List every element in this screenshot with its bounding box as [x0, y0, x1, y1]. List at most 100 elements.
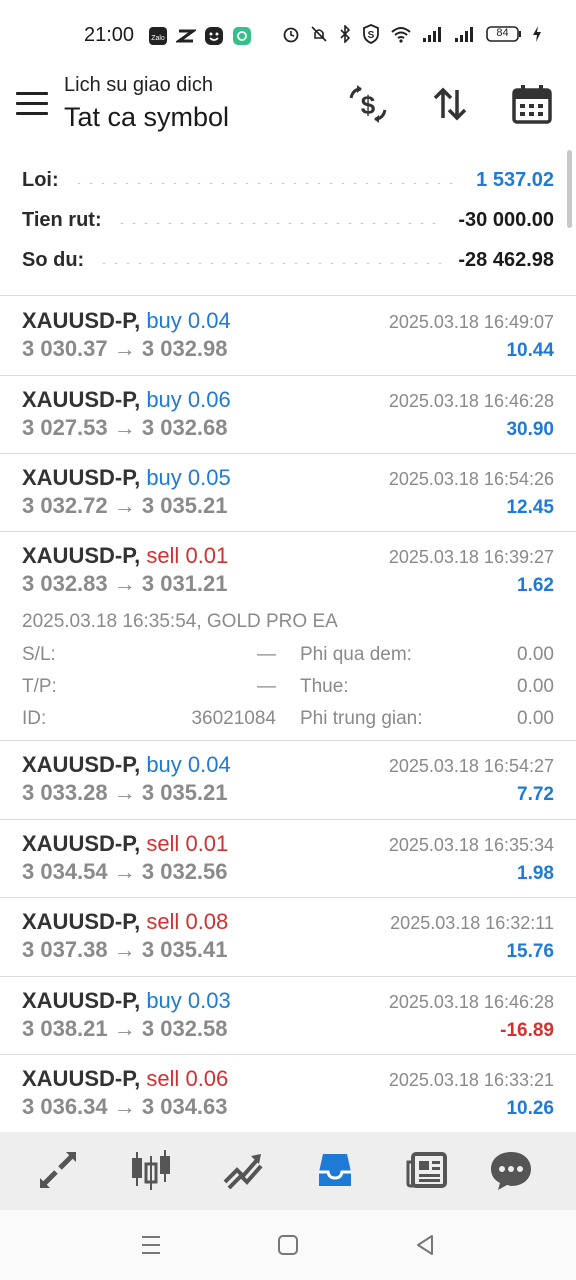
swap-label: Phi qua dem: [300, 644, 412, 665]
trade-prices: 3 032.72 → 3 035.21 [22, 493, 228, 518]
id-value: 36021084 [191, 708, 276, 729]
bottom-navigation [0, 1132, 576, 1210]
trade-row[interactable]: XAUUSD-P, buy 0.03 3 038.21 → 3 032.58 2… [0, 976, 576, 1054]
trade-profit: 12.45 [506, 497, 554, 518]
mute-icon [310, 25, 328, 43]
trade-volume: 0.01 [185, 831, 229, 856]
withdraw-row: Tien rut: -30 000.00 [22, 200, 554, 240]
deposit-withdraw-icon[interactable]: $ [346, 82, 390, 126]
trade-row[interactable]: XAUUSD-P, buy 0.04 3 030.37 → 3 032.98 2… [0, 296, 576, 375]
trade-symbol: XAUUSD-P, [22, 465, 141, 490]
trade-profit: 7.72 [517, 784, 554, 805]
trade-symbol-line: XAUUSD-P, buy 0.04 [22, 308, 231, 334]
commission-value: 0.00 [517, 708, 554, 729]
calendar-icon[interactable] [510, 82, 554, 126]
trade-profit: 10.26 [506, 1098, 554, 1119]
trade-profit: 15.76 [506, 941, 554, 962]
home-icon[interactable] [273, 1232, 303, 1258]
trade-row[interactable]: XAUUSD-P, buy 0.05 3 032.72 → 3 035.21 2… [0, 453, 576, 532]
open-price: 3 036.34 [22, 1094, 108, 1119]
sort-icon[interactable] [428, 82, 472, 126]
trade-volume: 0.05 [187, 465, 231, 490]
open-info: 2025.03.18 16:35:54, GOLD PRO EA [22, 611, 338, 632]
open-price: 3 034.54 [22, 859, 108, 884]
page-title[interactable]: Tat ca symbol [64, 102, 229, 133]
trade-profit: 1.62 [517, 575, 554, 596]
trade-side: sell [146, 543, 180, 568]
close-price: 3 032.68 [141, 415, 228, 440]
trade-time: 2025.03.18 16:54:27 [388, 756, 554, 776]
trade-side: sell [146, 1066, 180, 1091]
open-price: 3 033.28 [22, 780, 108, 805]
signal-icon [454, 25, 476, 43]
trade-icon[interactable] [219, 1146, 267, 1194]
trade-row[interactable]: XAUUSD-P, buy 0.06 3 027.53 → 3 032.68 2… [0, 375, 576, 454]
chart-icon[interactable] [127, 1146, 175, 1194]
close-price: 3 032.58 [141, 1016, 228, 1041]
trade-side: sell [146, 831, 180, 856]
trade-volume: 0.06 [185, 1066, 229, 1091]
dot-leader [72, 182, 463, 184]
trade-symbol-line: XAUUSD-P, buy 0.05 [22, 465, 231, 491]
dot-leader [115, 222, 445, 224]
tax-value: 0.00 [517, 676, 554, 697]
trade-side: buy [146, 752, 182, 777]
trade-prices: 3 036.34 → 3 034.63 [22, 1094, 228, 1119]
trade-row[interactable]: XAUUSD-P, sell 0.06 3 036.34 → 3 034.63 … [0, 1054, 576, 1132]
history-icon[interactable] [311, 1146, 359, 1194]
trade-prices: 3 034.54 → 3 032.56 [22, 859, 228, 884]
trade-row[interactable]: XAUUSD-P, buy 0.04 3 033.28 → 3 035.21 2… [0, 740, 576, 819]
trade-volume: 0.04 [187, 308, 231, 333]
recent-apps-icon[interactable] [136, 1232, 166, 1258]
page-subtitle: Lich su giao dich [64, 74, 213, 96]
trade-symbol: XAUUSD-P, [22, 752, 141, 777]
trade-row[interactable]: XAUUSD-P, sell 0.08 3 037.38 → 3 035.41 … [0, 897, 576, 976]
trade-row[interactable]: XAUUSD-P, sell 0.01 3 034.54 → 3 032.56 … [0, 819, 576, 897]
system-navigation-bar [0, 1210, 576, 1280]
quotes-icon[interactable] [34, 1146, 82, 1194]
trade-symbol-line: XAUUSD-P, buy 0.06 [22, 387, 231, 413]
capcut-icon [176, 26, 196, 46]
swap-value: 0.00 [517, 644, 554, 665]
zalo-icon: Zalo [148, 26, 168, 46]
trade-time: 2025.03.18 16:35:34 [388, 835, 554, 855]
chat-icon[interactable] [487, 1146, 535, 1194]
status-bar: 21:00 Zalo S 84 [0, 0, 576, 72]
trade-row-expanded[interactable]: XAUUSD-P, sell 0.01 3 032.83 → 3 031.21 … [0, 531, 576, 739]
shield-s-icon: S [362, 24, 380, 44]
battery-icon: 84 [486, 25, 522, 43]
hamburger-icon-line [16, 92, 48, 95]
trade-side: buy [146, 465, 182, 490]
withdraw-value: -30 000.00 [458, 208, 554, 231]
menu-button[interactable] [16, 92, 48, 118]
wifi-icon [390, 25, 412, 43]
close-price: 3 032.56 [141, 859, 228, 884]
trade-volume: 0.04 [187, 752, 231, 777]
trade-symbol: XAUUSD-P, [22, 543, 141, 568]
trade-volume: 0.03 [187, 988, 231, 1013]
open-price: 3 027.53 [22, 415, 108, 440]
trade-time: 2025.03.18 16:33:21 [388, 1070, 554, 1090]
trade-time: 2025.03.18 16:46:28 [388, 391, 554, 411]
back-icon[interactable] [410, 1232, 440, 1258]
balance-value: -28 462.98 [458, 248, 554, 271]
trade-prices: 3 037.38 → 3 035.41 [22, 937, 228, 962]
profit-row: Loi: 1 537.02 [22, 160, 554, 200]
trade-prices: 3 033.28 → 3 035.21 [22, 780, 228, 805]
news-icon[interactable] [403, 1146, 451, 1194]
bluetooth-icon [338, 25, 352, 43]
dot-leader [98, 262, 445, 264]
trade-side: buy [146, 988, 182, 1013]
status-time: 21:00 [84, 24, 135, 46]
close-price: 3 031.21 [141, 571, 228, 596]
summary-panel: Loi: 1 537.02 Tien rut: -30 000.00 So du… [0, 160, 576, 294]
trade-profit: -16.89 [500, 1020, 554, 1041]
chat-app-icon [232, 26, 252, 46]
trade-side: sell [146, 909, 180, 934]
withdraw-label: Tien rut: [22, 208, 102, 231]
balance-label: So du: [22, 248, 85, 271]
svg-text:Zalo: Zalo [151, 35, 165, 42]
open-price: 3 030.37 [22, 336, 108, 361]
tp-label: T/P: [22, 676, 57, 697]
notification-icons: Zalo [148, 26, 252, 46]
